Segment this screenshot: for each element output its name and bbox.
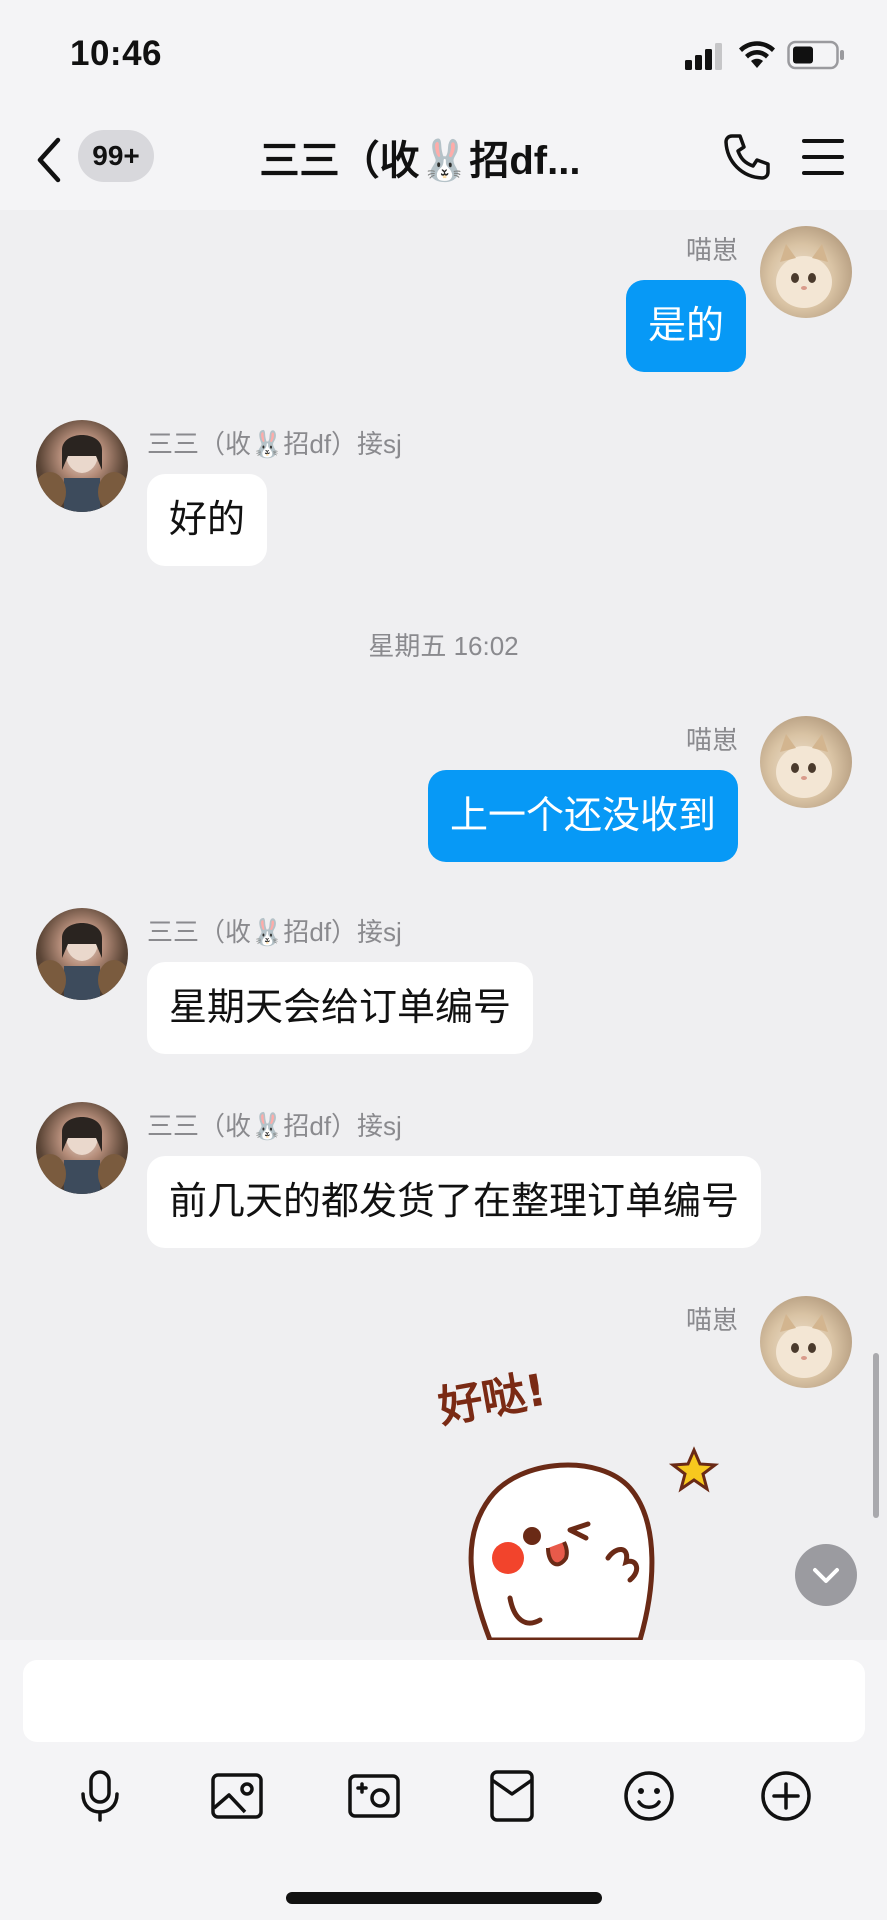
- microphone-icon[interactable]: [72, 1768, 128, 1824]
- phone-icon[interactable]: [722, 132, 772, 182]
- sticker-image[interactable]: 好哒!: [430, 1358, 750, 1640]
- unread-badge[interactable]: 99+: [78, 130, 154, 182]
- sender-name: 三三（收🐰招df）接sj: [147, 429, 402, 459]
- sender-name: 喵崽: [686, 1305, 739, 1335]
- my-avatar[interactable]: [760, 226, 852, 318]
- scrollbar-thumb[interactable]: [873, 1353, 879, 1518]
- input-area: [0, 1640, 887, 1920]
- cat-avatar-image: [776, 244, 832, 308]
- wifi-icon: [739, 41, 775, 68]
- plus-icon[interactable]: [758, 1768, 814, 1824]
- girl-avatar-image: [36, 435, 128, 512]
- my-avatar[interactable]: [760, 1296, 852, 1388]
- message-bubble[interactable]: 好的: [147, 474, 268, 566]
- sender-name: 喵崽: [686, 235, 739, 265]
- chat-area[interactable]: 喵崽 是的 三三（收🐰招df）接sj 好的 星期五 16:02 喵崽 上一个还没…: [0, 210, 887, 1640]
- sender-name: 三三（收🐰招df）接sj: [147, 917, 402, 947]
- message-bubble[interactable]: 前几天的都发货了在整理订单编号: [147, 1156, 762, 1248]
- signal-icon: [685, 43, 722, 70]
- back-icon[interactable]: [32, 134, 66, 186]
- girl-avatar-image: [36, 1117, 128, 1194]
- cat-avatar-image: [776, 1314, 832, 1378]
- status-time: 10:46: [70, 34, 163, 73]
- status-bar: 10:46: [0, 0, 887, 110]
- timestamp: 星期五 16:02: [368, 631, 519, 661]
- home-indicator: [286, 1892, 602, 1904]
- battery-icon: [787, 40, 844, 70]
- scroll-to-bottom-button[interactable]: [795, 1544, 857, 1606]
- contact-avatar[interactable]: [36, 420, 128, 512]
- chat-title[interactable]: 三三（收🐰招df...: [200, 128, 640, 186]
- cat-avatar-image: [776, 734, 832, 798]
- chevron-down-icon: [813, 1568, 839, 1583]
- chat-header: 99+ 三三（收🐰招df...: [0, 110, 887, 210]
- image-icon[interactable]: [209, 1768, 265, 1824]
- contact-avatar[interactable]: [36, 1102, 128, 1194]
- my-avatar[interactable]: [760, 716, 852, 808]
- sender-name: 三三（收🐰招df）接sj: [147, 1111, 402, 1141]
- red-packet-icon[interactable]: [484, 1768, 540, 1824]
- message-bubble[interactable]: 星期天会给订单编号: [147, 962, 534, 1054]
- contact-avatar[interactable]: [36, 908, 128, 1000]
- message-bubble[interactable]: 上一个还没收到: [428, 770, 739, 862]
- sender-name: 喵崽: [686, 725, 739, 755]
- menu-icon[interactable]: [800, 136, 846, 178]
- message-bubble[interactable]: 是的: [626, 280, 747, 372]
- sticker-text: 好哒!: [434, 1365, 550, 1434]
- girl-avatar-image: [36, 923, 128, 1000]
- camera-icon[interactable]: [346, 1768, 402, 1824]
- emoji-icon[interactable]: [621, 1768, 677, 1824]
- message-input[interactable]: [23, 1660, 865, 1742]
